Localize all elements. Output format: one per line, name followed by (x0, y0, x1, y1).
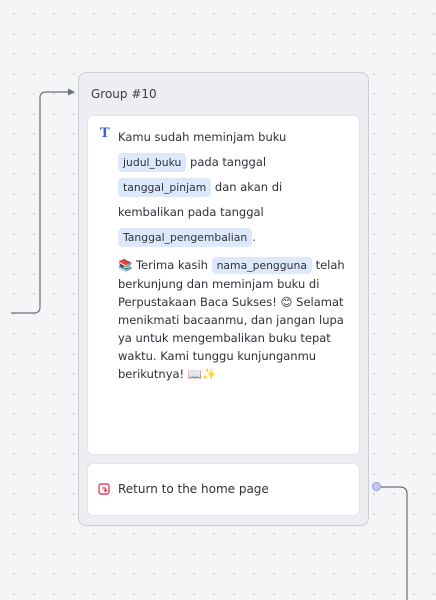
variable-tanggal-pengembalian[interactable]: Tanggal_pengembalian (118, 228, 253, 247)
text-icon: T (100, 126, 110, 141)
outgoing-edge (381, 486, 408, 600)
message-text: Kamu sudah meminjam buku (118, 130, 287, 144)
message-content: Kamu sudah meminjam buku judul_buku pada… (118, 125, 346, 383)
output-handle[interactable] (372, 482, 381, 491)
group-node[interactable]: Group #10 T Kamu sudah meminjam buku jud… (78, 72, 369, 526)
arrow-head-icon (68, 88, 75, 96)
variable-nama-pengguna[interactable]: nama_pengguna (211, 257, 312, 274)
message-text: pada tanggal (186, 155, 267, 169)
variable-tanggal-pinjam[interactable]: tanggal_pinjam (118, 178, 212, 197)
incoming-edge (11, 91, 68, 314)
text-message-block[interactable]: T Kamu sudah meminjam buku judul_buku pa… (87, 115, 360, 455)
message-text: . (252, 230, 256, 244)
message-text: 📚 Terima kasih (118, 258, 212, 272)
message-paragraph-1: Kamu sudah meminjam buku judul_buku pada… (118, 125, 346, 250)
message-text: telah berkunjung dan meminjam buku di Pe… (118, 258, 345, 381)
message-paragraph-2: 📚 Terima kasih nama_pengguna telah berku… (118, 256, 346, 383)
return-home-block[interactable]: Return to the home page (87, 463, 360, 516)
return-icon (98, 483, 110, 495)
group-title: Group #10 (91, 87, 157, 101)
variable-judul-buku[interactable]: judul_buku (118, 153, 187, 172)
return-home-label: Return to the home page (118, 482, 269, 496)
